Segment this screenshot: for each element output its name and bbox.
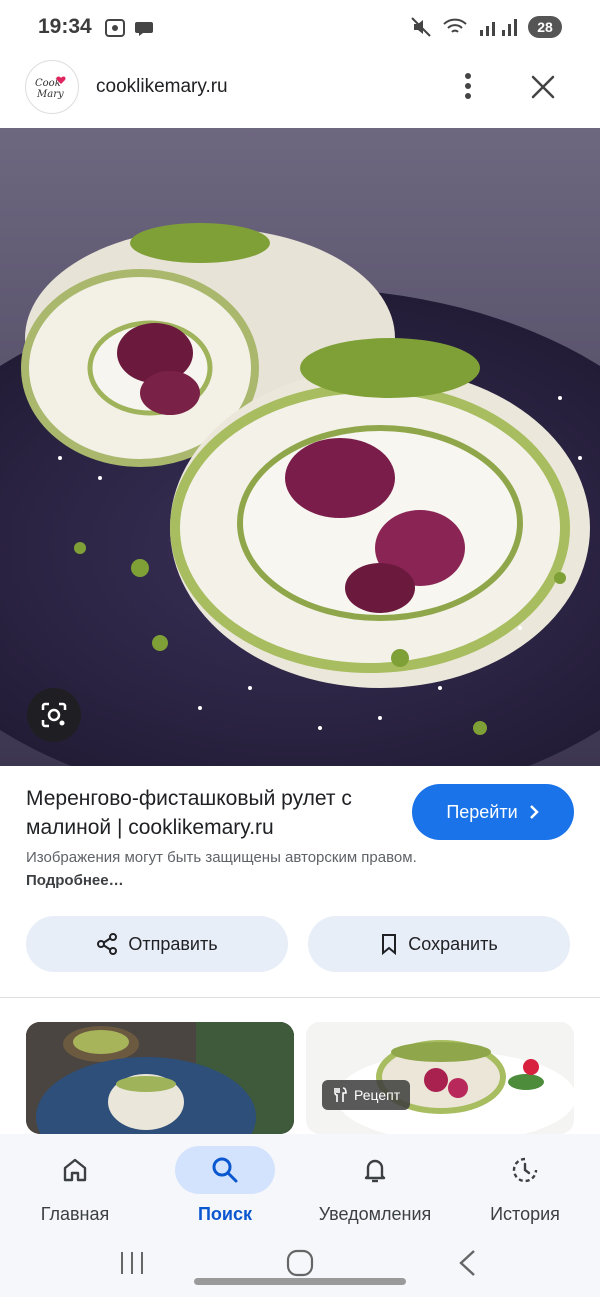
cook-like-mary-logo: Cook Mary — [35, 76, 66, 100]
copyright-text: Изображения могут быть защищены авторски… — [26, 849, 417, 866]
more-options-icon[interactable] — [456, 70, 480, 102]
bottom-navigation: Главная Поиск Уведомления История — [0, 1134, 600, 1234]
screenshot-icon — [105, 19, 125, 37]
related-image-1[interactable] — [26, 1022, 294, 1134]
nav-search-label: Поиск — [197, 1204, 253, 1224]
bookmark-icon — [382, 934, 397, 955]
status-left-icons — [104, 18, 154, 38]
save-label: Сохранить — [408, 933, 498, 954]
history-icon — [512, 1157, 538, 1183]
svg-text:Mary: Mary — [36, 89, 64, 100]
cutlery-icon — [334, 1087, 347, 1102]
lens-icon — [41, 702, 67, 728]
back-icon[interactable] — [456, 1248, 478, 1278]
home-icon — [63, 1158, 87, 1182]
signal-icon — [480, 19, 517, 36]
site-logo[interactable]: Cook Mary — [25, 60, 79, 114]
close-icon[interactable] — [528, 72, 558, 102]
google-lens-button[interactable] — [27, 688, 81, 742]
recipe-badge-label: Рецепт — [354, 1087, 401, 1103]
battery-icon: 28 — [528, 16, 562, 38]
result-title[interactable]: Меренгово-фисташковый рулет с малиной | … — [26, 784, 396, 842]
recent-apps-icon[interactable] — [118, 1250, 146, 1276]
pistachio-meringue-roll-image — [0, 128, 600, 766]
chevron-right-icon — [529, 805, 539, 819]
related-image-2[interactable]: Рецепт — [306, 1022, 574, 1134]
status-time: 19:34 — [38, 15, 92, 38]
visit-button[interactable]: Перейти — [412, 784, 574, 840]
status-right-icons: 28 — [410, 16, 562, 38]
nav-home-label: Главная — [40, 1204, 110, 1224]
recipe-badge: Рецепт — [322, 1080, 411, 1110]
system-navigation-bar — [0, 1234, 600, 1297]
search-icon — [212, 1157, 238, 1183]
wifi-icon — [443, 18, 467, 33]
nav-search[interactable]: Поиск — [150, 1144, 300, 1225]
dessert-photo[interactable] — [0, 128, 600, 766]
source-header: Cook Mary cooklikemary.ru — [0, 56, 600, 128]
share-label: Отправить — [128, 933, 218, 954]
section-divider — [0, 997, 600, 998]
nav-history[interactable]: История — [450, 1144, 600, 1225]
learn-more-link[interactable]: Подробнее… — [26, 872, 124, 889]
gesture-home-bar[interactable] — [194, 1278, 406, 1285]
save-button[interactable]: Сохранить — [308, 916, 570, 972]
battery-level: 28 — [537, 19, 553, 35]
copyright-notice: Изображения могут быть защищены авторски… — [26, 846, 426, 892]
chat-icon — [135, 22, 153, 36]
visit-button-label: Перейти — [446, 801, 518, 822]
share-icon — [97, 933, 118, 955]
nav-history-label: История — [490, 1204, 560, 1224]
nav-notifications-label: Уведомления — [318, 1204, 432, 1224]
nav-notifications[interactable]: Уведомления — [300, 1144, 450, 1225]
share-button[interactable]: Отправить — [26, 916, 288, 972]
home-button-icon[interactable] — [285, 1248, 315, 1278]
site-name[interactable]: cooklikemary.ru — [96, 76, 228, 98]
mute-icon — [411, 17, 431, 37]
bell-icon — [364, 1159, 386, 1183]
status-bar: 19:34 28 — [0, 0, 600, 56]
nav-home[interactable]: Главная — [0, 1144, 150, 1225]
nav-search-highlight — [175, 1146, 275, 1194]
